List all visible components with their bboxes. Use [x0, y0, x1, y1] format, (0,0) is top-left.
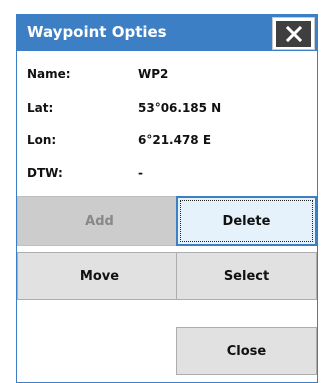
- lat-row: Lat: 53°06.185 N: [27, 101, 221, 115]
- dtw-value: -: [138, 166, 143, 180]
- add-button[interactable]: Add: [17, 196, 182, 246]
- lon-row: Lon: 6°21.478 E: [27, 133, 211, 147]
- lat-label: Lat:: [27, 101, 54, 115]
- name-value: WP2: [138, 67, 169, 81]
- dialog-title: Waypoint Opties: [27, 23, 167, 41]
- move-button[interactable]: Move: [17, 252, 182, 300]
- close-button[interactable]: Close: [176, 327, 317, 375]
- title-bar: Waypoint Opties: [17, 15, 317, 51]
- waypoint-options-dialog: Waypoint Opties Name: WP2 Lat: 53°06.185…: [16, 14, 318, 383]
- delete-button[interactable]: Delete: [176, 196, 317, 246]
- name-label: Name:: [27, 67, 71, 81]
- lon-label: Lon:: [27, 133, 57, 147]
- close-icon: [276, 20, 311, 47]
- select-button[interactable]: Select: [176, 252, 317, 300]
- lon-value: 6°21.478 E: [138, 133, 212, 147]
- name-row: Name: WP2: [27, 67, 168, 81]
- dtw-label: DTW:: [27, 166, 63, 180]
- dtw-row: DTW: -: [27, 166, 143, 180]
- lat-value: 53°06.185 N: [138, 101, 222, 115]
- close-window-button[interactable]: [272, 17, 315, 50]
